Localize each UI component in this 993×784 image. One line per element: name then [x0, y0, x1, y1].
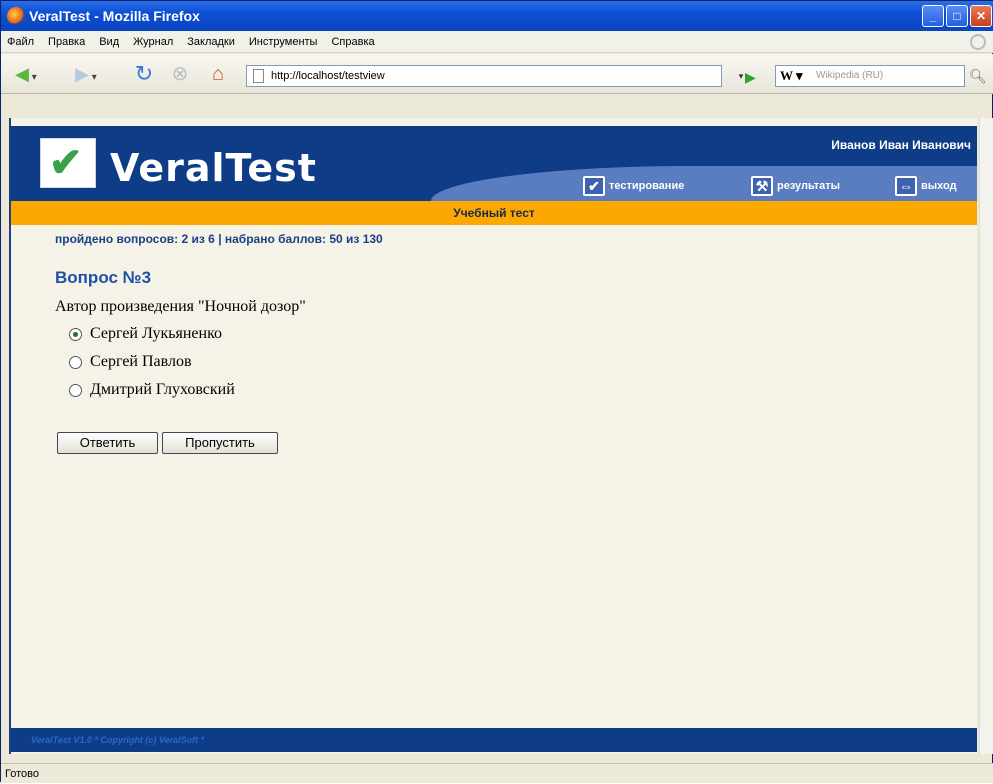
status-text: Готово — [5, 768, 39, 780]
url-bar[interactable]: http://localhost/testview ▾ — [246, 65, 743, 87]
exit-icon: ⇔ — [895, 176, 917, 196]
search-engine-logo: W — [780, 68, 793, 83]
throbber-icon — [970, 34, 986, 50]
answer-option[interactable]: Дмитрий Глуховский — [69, 381, 235, 399]
progress-text: пройдено вопросов: 2 из 6 | набрано балл… — [55, 232, 383, 246]
answer-button[interactable]: Ответить — [57, 432, 158, 454]
test-title: Учебный тест — [453, 206, 535, 220]
window-title: VeralTest - Mozilla Firefox — [29, 8, 200, 24]
radio-button[interactable] — [69, 327, 82, 341]
stop-button[interactable]: ⊗ — [167, 62, 193, 86]
answer-option[interactable]: Сергей Лукьяненко — [69, 325, 222, 343]
footer-text: VeralTest V1.0 * Copyright (c) VeralSoft… — [31, 735, 205, 745]
page-icon — [253, 69, 264, 83]
status-bar: Готово — [1, 763, 993, 783]
wikipedia-icon[interactable]: W ▾ — [780, 66, 803, 86]
forward-button[interactable]: ▶ ▾ — [71, 62, 101, 86]
user-name: Иванов Иван Иванович — [831, 138, 971, 152]
nav-testing[interactable]: ✔ тестирование — [583, 176, 684, 196]
url-text[interactable]: http://localhost/testview — [271, 70, 385, 82]
menu-tools[interactable]: Инструменты — [249, 31, 318, 52]
nav-results-label: результаты — [777, 180, 841, 192]
site-header: ✔ VeralTest Иванов Иван Иванович ✔ тести… — [11, 126, 977, 201]
forward-dropdown-icon[interactable]: ▾ — [89, 72, 97, 83]
question-text: Автор произведения "Ночной дозор" — [55, 298, 306, 315]
search-placeholder: Wikipedia (RU) — [816, 70, 884, 81]
back-dropdown-icon[interactable]: ▾ — [29, 72, 37, 83]
window-controls: _ □ ✕ — [922, 5, 992, 27]
vertical-scrollbar[interactable] — [979, 118, 993, 754]
menu-help[interactable]: Справка — [331, 31, 374, 52]
radio-button[interactable] — [69, 355, 82, 369]
firefox-icon — [7, 7, 25, 25]
test-title-bar: Учебный тест — [11, 201, 977, 225]
option-label: Сергей Павлов — [90, 353, 192, 370]
nav-results[interactable]: ⚒ результаты — [751, 176, 840, 196]
checkbox-icon: ✔ — [583, 176, 605, 196]
close-button[interactable]: ✕ — [970, 5, 992, 27]
navigation-toolbar: ◀ ▾ ▶ ▾ ↻ ⊗ ⌂ http://localhost/testview … — [1, 54, 993, 94]
page-viewport: ✔ VeralTest Иванов Иван Иванович ✔ тести… — [9, 118, 977, 754]
nav-exit[interactable]: ⇔ выход — [895, 176, 957, 196]
menu-history[interactable]: Журнал — [133, 31, 173, 52]
minimize-button[interactable]: _ — [922, 5, 944, 27]
question-title: Вопрос №3 — [55, 268, 152, 287]
radio-button[interactable] — [69, 383, 82, 397]
checkmark-icon: ✔ — [49, 141, 83, 185]
answer-option[interactable]: Сергей Павлов — [69, 353, 192, 371]
wrench-icon: ⚒ — [751, 176, 773, 196]
menu-edit[interactable]: Правка — [48, 31, 85, 52]
site-footer: VeralTest V1.0 * Copyright (c) VeralSoft… — [11, 728, 977, 752]
option-label: Сергей Лукьяненко — [90, 325, 223, 342]
reload-button[interactable]: ↻ — [131, 62, 157, 86]
window-titlebar: VeralTest - Mozilla Firefox _ □ ✕ — [1, 1, 993, 31]
go-button[interactable]: ▶ — [745, 68, 763, 86]
menu-bar: Файл Правка Вид Журнал Закладки Инструме… — [1, 31, 993, 53]
option-label: Дмитрий Глуховский — [90, 381, 235, 398]
back-button[interactable]: ◀ ▾ — [11, 62, 41, 86]
search-box[interactable]: W ▾ Wikipedia (RU) — [775, 65, 965, 87]
logo: ✔ — [40, 138, 96, 188]
home-button[interactable]: ⌂ — [203, 62, 233, 86]
menu-view[interactable]: Вид — [99, 31, 119, 52]
menu-file[interactable]: Файл — [7, 31, 34, 52]
logo-text: VeralTest — [110, 146, 317, 190]
nav-exit-label: выход — [921, 180, 957, 192]
nav-testing-label: тестирование — [609, 180, 685, 192]
maximize-button[interactable]: □ — [946, 5, 968, 27]
skip-button[interactable]: Пропустить — [162, 432, 278, 454]
menu-bookmarks[interactable]: Закладки — [187, 31, 235, 52]
browser-window: VeralTest - Mozilla Firefox _ □ ✕ Файл П… — [0, 0, 993, 783]
search-icon[interactable]: 🔍︎ — [969, 68, 987, 85]
